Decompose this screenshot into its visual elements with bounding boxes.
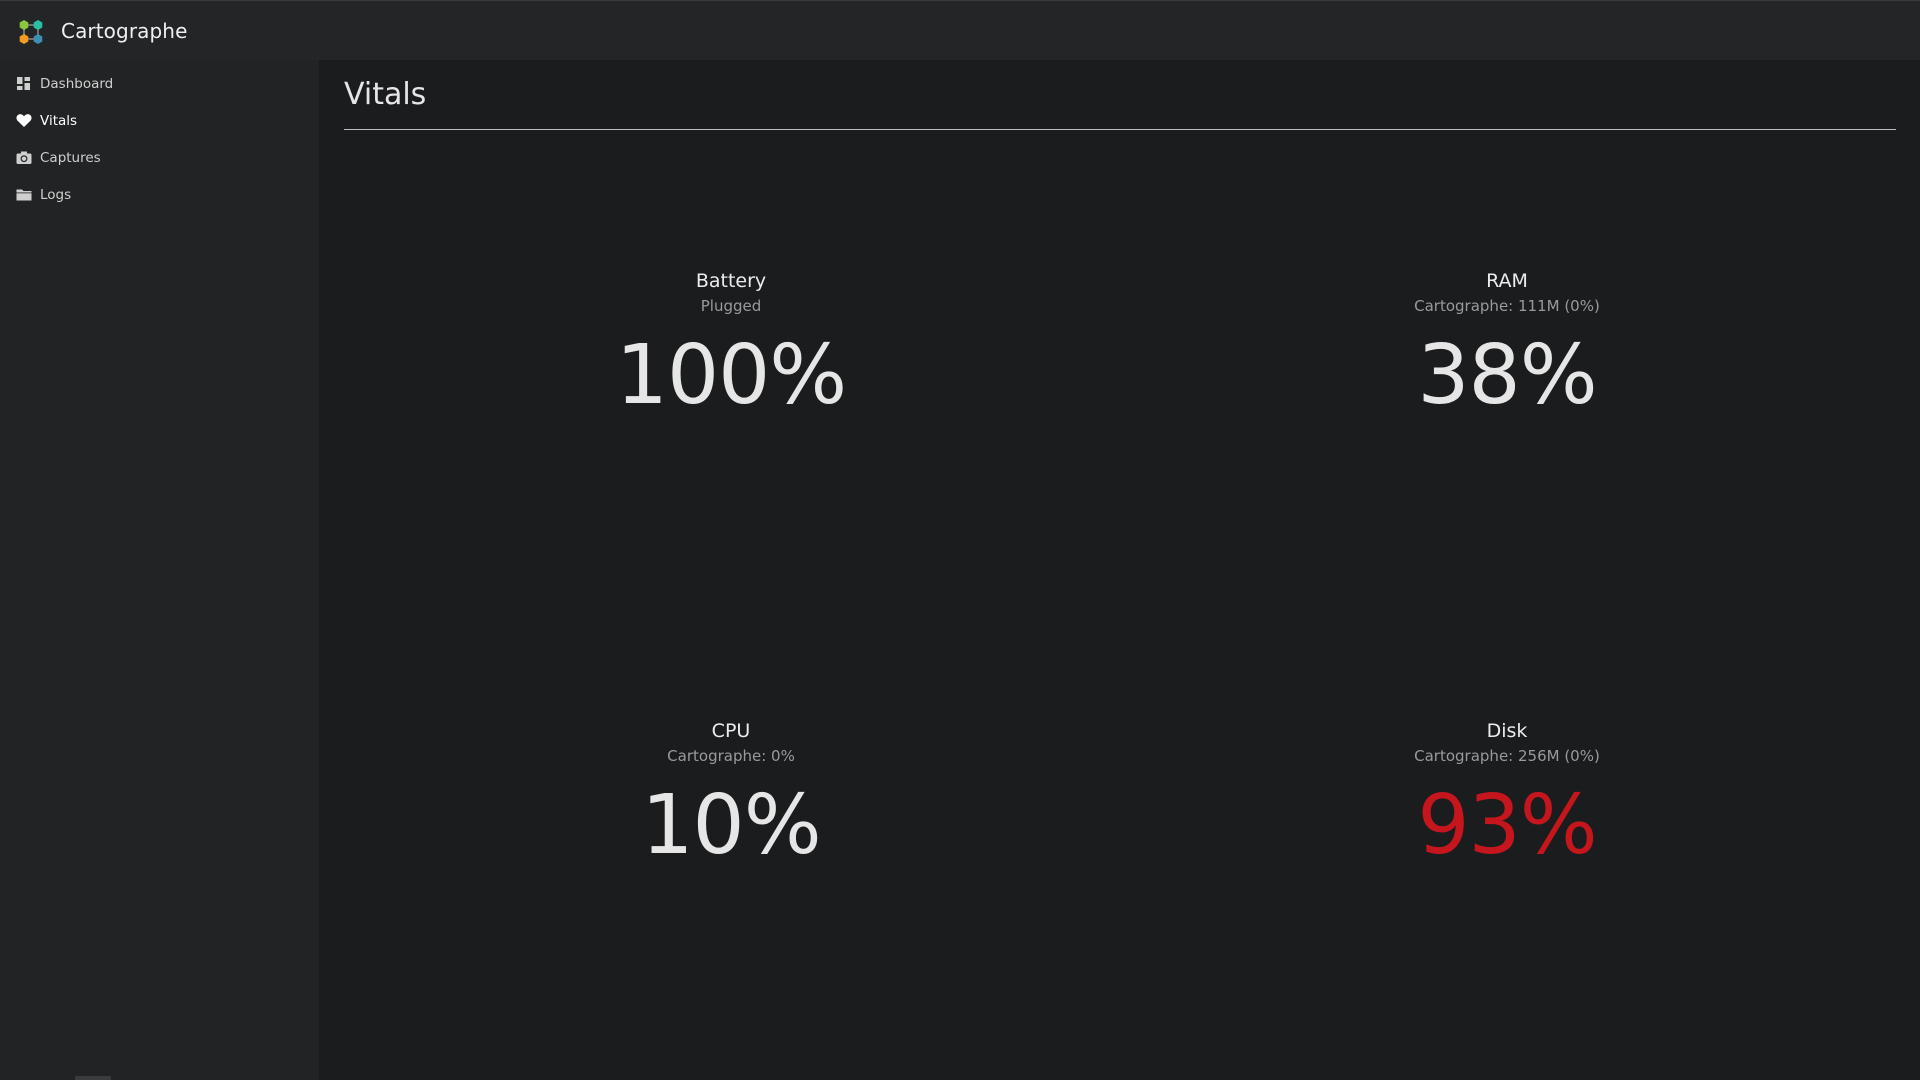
cpu-value: 10% [641,778,821,873]
sidebar-item-logs[interactable]: Logs [0,176,319,213]
cpu-card: CPU Cartographe: 0% 10% [431,718,1031,876]
ram-value: 38% [1417,328,1597,423]
page-title: Vitals [344,77,427,112]
sidebar-item-vitals[interactable]: Vitals [0,102,319,139]
dashboard-icon [17,77,30,90]
folder-icon [16,189,32,201]
main-content: Vitals Battery Plugged 100% RAM Cartogra… [319,60,1920,1080]
cpu-label: CPU [711,720,751,742]
sidebar-item-label: Dashboard [40,75,114,92]
sidebar-item-label: Captures [40,149,101,166]
heart-icon [16,114,32,127]
top-bar: Cartographe [0,0,1920,60]
battery-card: Battery Plugged 100% [431,268,1031,426]
battery-label: Battery [695,270,767,292]
cartographe-logo-icon[interactable] [16,17,46,47]
disk-detail: Cartographe: 256M (0%) [1414,747,1600,765]
sidebar-item-captures[interactable]: Captures [0,139,319,176]
title-divider [344,129,1896,130]
battery-value: 100% [615,328,847,423]
app-title[interactable]: Cartographe [61,19,187,43]
cpu-detail: Cartographe: 0% [667,747,795,765]
sidebar-resize-handle[interactable] [75,1076,111,1080]
sidebar: Dashboard Vitals Captures Logs [0,60,319,1080]
sidebar-item-label: Logs [40,186,72,203]
disk-card: Disk Cartographe: 256M (0%) 93% [1207,718,1807,876]
sidebar-item-dashboard[interactable]: Dashboard [0,65,319,102]
ram-card: RAM Cartographe: 111M (0%) 38% [1207,268,1807,426]
disk-value: 93% [1417,778,1597,873]
camera-icon [16,151,32,164]
ram-label: RAM [1486,270,1528,292]
ram-detail: Cartographe: 111M (0%) [1414,297,1600,315]
disk-label: Disk [1486,720,1528,742]
sidebar-item-label: Vitals [40,112,78,129]
battery-status: Plugged [700,297,762,315]
